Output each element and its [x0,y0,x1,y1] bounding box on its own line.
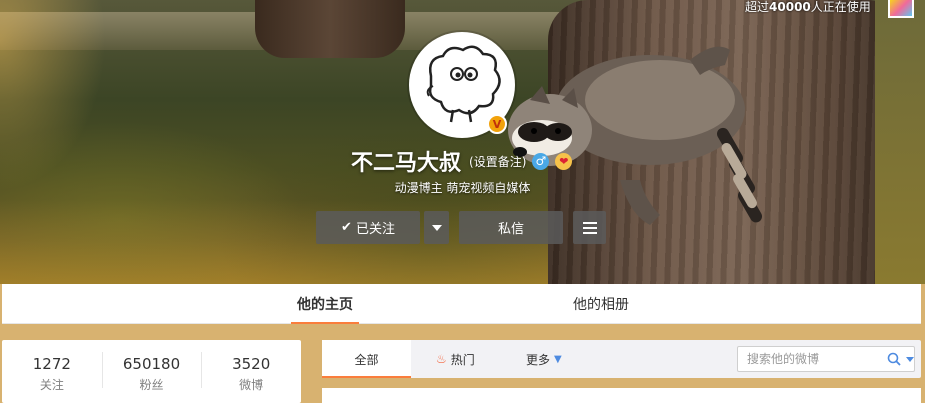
stats-panel: 1272 关注 650180 粉丝 3520 微博 [2,340,301,403]
follow-options-button[interactable] [424,211,449,244]
stat-posts-count: 3520 [232,354,271,373]
stat-posts-label: 微博 [239,377,264,392]
male-gender-icon: ♂ [532,152,550,170]
fire-icon: ♨ [436,352,447,366]
cover-edge [875,0,925,284]
feed-search-box [737,346,915,372]
followed-button-label: 已关注 [355,222,395,237]
stat-following-count: 1272 [32,354,71,373]
profile-tabbar: 他的主页 他的相册 [2,284,921,324]
search-options-caret-icon[interactable] [906,356,914,362]
followed-button[interactable]: ✔ 已关注 [316,211,420,244]
usage-banner[interactable]: 超过40000人正在使用 [745,0,871,15]
more-menu-button[interactable] [573,211,606,244]
profile-name: 不二马大叔 [351,151,462,176]
raccoon-image [508,46,762,225]
app-thumbnail-icon[interactable] [888,0,914,18]
profile-name-row: 不二马大叔 (设置备注) ♂ ❤ [351,146,573,176]
search-icon[interactable] [887,352,901,366]
cover-tree-background [255,0,405,58]
stat-fans-label: 粉丝 [139,377,164,392]
verified-badge-icon: V [487,114,507,134]
stat-fans-count: 650180 [122,354,181,373]
chevron-down-icon: ▼ [554,353,562,365]
feed-search-input[interactable] [747,348,883,370]
tab-album[interactable]: 他的相册 [566,284,636,324]
feed-tab-more-label: 更多 [526,352,551,367]
stat-following-label: 关注 [39,377,64,392]
check-icon: ✔ [341,220,352,235]
stat-following[interactable]: 1272 关注 [2,340,102,403]
feed-content-area [322,388,921,403]
profile-intro: 动漫博主 萌宠视频自媒体 [394,181,531,195]
feed-tab-more[interactable]: 更多 ▼ [526,340,562,378]
usage-count: 40000 [769,0,811,14]
caret-down-icon [431,224,442,231]
usage-suffix: 人正在使用 [810,0,871,14]
feed-tab-hot-label: 热门 [450,352,475,367]
message-button[interactable]: 私信 [459,211,563,244]
menu-icon [582,219,597,237]
stat-fans[interactable]: 650180 粉丝 [101,340,202,403]
feed-tab-all[interactable]: 全部 [322,340,411,378]
stat-posts[interactable]: 3520 微博 [201,340,301,403]
usage-prefix: 超过 [745,0,770,14]
member-medal-icon[interactable]: ❤ [555,152,573,170]
set-remark-link[interactable]: (设置备注) [469,153,526,170]
tab-home[interactable]: 他的主页 [291,284,359,324]
feed-tab-hot[interactable]: ♨ 热门 [436,340,475,378]
